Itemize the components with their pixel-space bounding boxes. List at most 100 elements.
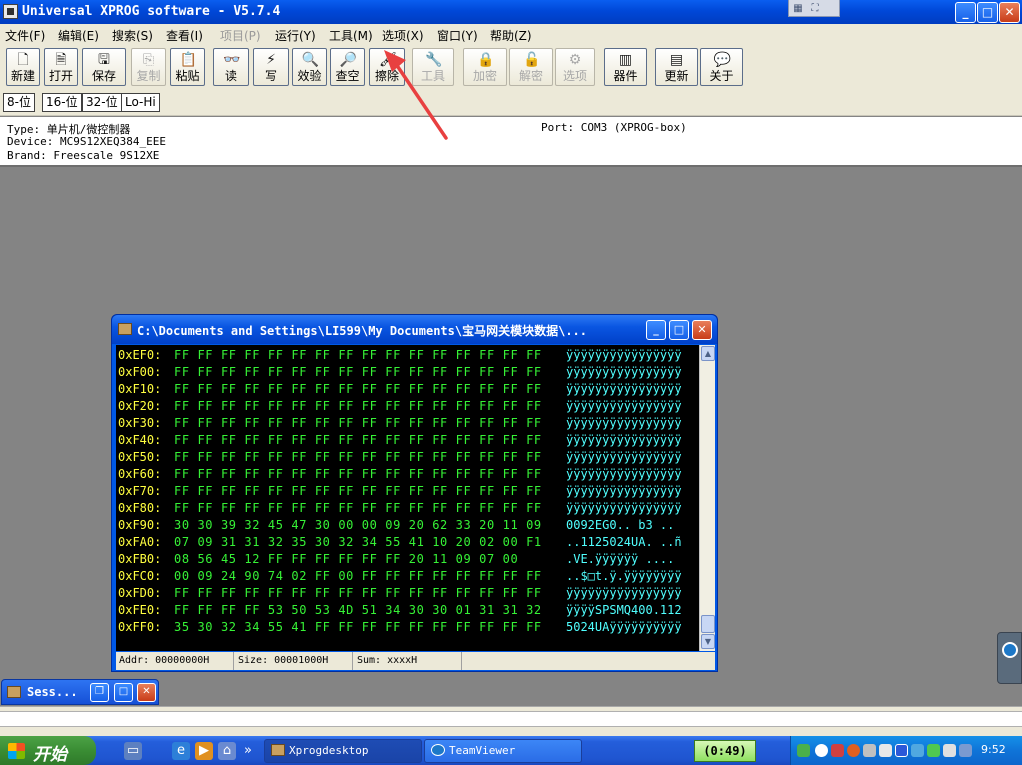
- scroll-up-icon[interactable]: ▲: [701, 346, 715, 361]
- hex-row-ascii[interactable]: ÿÿÿÿÿÿÿÿÿÿÿÿÿÿÿÿ: [566, 466, 682, 483]
- shield-icon[interactable]: [847, 744, 860, 757]
- hex-row-ascii[interactable]: ÿÿÿÿSPSMQ400.112: [566, 602, 682, 619]
- bit-32-button[interactable]: 32-位: [82, 93, 122, 112]
- internet-explorer-icon[interactable]: e: [172, 742, 190, 760]
- hex-row-ascii[interactable]: .VE.ÿÿÿÿÿÿ ....: [566, 551, 674, 568]
- hex-row-bytes[interactable]: FF FF FF FF FF FF FF FF FF FF FF FF FF F…: [174, 381, 542, 398]
- hex-row-bytes[interactable]: 35 30 32 34 55 41 FF FF FF FF FF FF FF F…: [174, 619, 542, 636]
- session-restore-button[interactable]: ❐: [90, 683, 109, 702]
- lock-button[interactable]: 🔒 加密: [463, 48, 507, 86]
- session-maximize-button[interactable]: □: [114, 683, 133, 702]
- network-icon[interactable]: [797, 744, 810, 757]
- hex-row-ascii[interactable]: ..$□t.ÿ.ÿÿÿÿÿÿÿÿ: [566, 568, 682, 585]
- paste-button[interactable]: 📋 粘贴: [170, 48, 205, 86]
- main-title-bar[interactable]: Universal XPROG software - V5.7.4 ▦⛶⌄ _ …: [0, 0, 1022, 30]
- menu-view[interactable]: 查看(I): [166, 27, 203, 44]
- show-desktop-icon[interactable]: ▭: [124, 742, 142, 760]
- xprog-app-icon[interactable]: [3, 4, 18, 19]
- explorer-icon[interactable]: ⌂: [218, 742, 236, 760]
- hex-row-ascii[interactable]: ..1125024UA. ..ñ: [566, 534, 682, 551]
- blank-check-button[interactable]: 🔎 查空: [330, 48, 365, 86]
- monitor-icon[interactable]: [911, 744, 924, 757]
- menu-project[interactable]: 项目(P): [220, 27, 261, 44]
- hex-close-button[interactable]: ✕: [692, 320, 712, 340]
- teamviewer-session-bar[interactable]: ▦⛶⌄: [788, 0, 840, 30]
- ts-grid-icon[interactable]: ▦: [790, 2, 806, 16]
- hex-row-ascii[interactable]: ÿÿÿÿÿÿÿÿÿÿÿÿÿÿÿÿ: [566, 500, 682, 517]
- hex-row-ascii[interactable]: ÿÿÿÿÿÿÿÿÿÿÿÿÿÿÿÿ: [566, 415, 682, 432]
- hex-row-ascii[interactable]: ÿÿÿÿÿÿÿÿÿÿÿÿÿÿÿÿ: [566, 381, 682, 398]
- hex-row-ascii[interactable]: 0092EG0.. b3 ..: [566, 517, 674, 534]
- hex-row-bytes[interactable]: FF FF FF FF FF FF FF FF FF FF FF FF FF F…: [174, 466, 542, 483]
- bit-16-button[interactable]: 16-位: [42, 93, 82, 112]
- new-button[interactable]: 🗋 新建: [6, 48, 40, 86]
- hex-row-bytes[interactable]: 30 30 39 32 45 47 30 00 00 09 20 62 33 2…: [174, 517, 542, 534]
- security-icon[interactable]: [831, 744, 844, 757]
- bit-8-button[interactable]: 8-位: [3, 93, 35, 112]
- minimize-button[interactable]: _: [955, 2, 976, 23]
- hex-row-bytes[interactable]: 07 09 31 31 32 35 30 32 34 55 41 10 20 0…: [174, 534, 542, 551]
- menu-search[interactable]: 搜索(S): [112, 27, 153, 44]
- update-button[interactable]: ▤ 更新: [655, 48, 698, 86]
- media-player-icon[interactable]: ▶: [195, 742, 213, 760]
- scroll-down-icon[interactable]: ▼: [701, 634, 715, 649]
- input-icon[interactable]: [927, 744, 940, 757]
- update-tray-icon[interactable]: [863, 744, 876, 757]
- hex-row-bytes[interactable]: FF FF FF FF 53 50 53 4D 51 34 30 30 01 3…: [174, 602, 542, 619]
- minimized-session-window[interactable]: Sess... ❐ □ ✕: [1, 679, 159, 705]
- hex-window-title-bar[interactable]: C:\Documents and Settings\LI599\My Docum…: [112, 315, 717, 344]
- hex-row-bytes[interactable]: FF FF FF FF FF FF FF FF FF FF FF FF FF F…: [174, 483, 542, 500]
- hex-row-bytes[interactable]: FF FF FF FF FF FF FF FF FF FF FF FF FF F…: [174, 432, 542, 449]
- hex-dump-area[interactable]: 0xEF0: FF FF FF FF FF FF FF FF FF FF FF F…: [116, 345, 715, 651]
- scroll-thumb[interactable]: [701, 615, 715, 633]
- teamviewer-tray-icon[interactable]: [815, 744, 828, 757]
- hex-row-ascii[interactable]: ÿÿÿÿÿÿÿÿÿÿÿÿÿÿÿÿ: [566, 432, 682, 449]
- hex-maximize-button[interactable]: □: [669, 320, 689, 340]
- hex-row-ascii[interactable]: ÿÿÿÿÿÿÿÿÿÿÿÿÿÿÿÿ: [566, 449, 682, 466]
- verify-button[interactable]: 🔍 效验: [292, 48, 327, 86]
- hex-vertical-scrollbar[interactable]: ▲ ▼: [699, 345, 715, 651]
- copy-button[interactable]: ⎘ 复制: [131, 48, 166, 86]
- menu-edit[interactable]: 编辑(E): [58, 27, 99, 44]
- display-icon[interactable]: [959, 744, 972, 757]
- task-xprogdesktop[interactable]: Xprogdesktop: [264, 739, 422, 763]
- close-button[interactable]: ✕: [999, 2, 1020, 23]
- hex-row-ascii[interactable]: ÿÿÿÿÿÿÿÿÿÿÿÿÿÿÿÿ: [566, 585, 682, 602]
- menu-tools[interactable]: 工具(M): [329, 27, 373, 44]
- hex-row-bytes[interactable]: FF FF FF FF FF FF FF FF FF FF FF FF FF F…: [174, 500, 542, 517]
- more-quicklaunch-icon[interactable]: »: [242, 742, 254, 760]
- ts-fullscreen-icon[interactable]: ⛶: [807, 2, 823, 16]
- hex-row-bytes[interactable]: FF FF FF FF FF FF FF FF FF FF FF FF FF F…: [174, 398, 542, 415]
- start-button[interactable]: 开始: [0, 736, 96, 765]
- lo-hi-button[interactable]: Lo-Hi: [121, 93, 160, 112]
- menu-help[interactable]: 帮助(Z): [490, 27, 532, 44]
- about-button[interactable]: 💬 关于: [700, 48, 743, 86]
- device-button[interactable]: ▥ 器件: [604, 48, 647, 86]
- options-button[interactable]: ⚙ 选项: [555, 48, 595, 86]
- teamviewer-side-tab[interactable]: [997, 632, 1022, 684]
- hex-row-bytes[interactable]: 00 09 24 90 74 02 FF 00 FF FF FF FF FF F…: [174, 568, 542, 585]
- write-button[interactable]: ⚡ 写: [253, 48, 289, 86]
- menu-file[interactable]: 文件(F): [5, 27, 45, 44]
- hex-row-bytes[interactable]: FF FF FF FF FF FF FF FF FF FF FF FF FF F…: [174, 585, 542, 602]
- menu-options[interactable]: 选项(X): [382, 27, 424, 44]
- bluetooth-icon[interactable]: [895, 744, 908, 757]
- open-button[interactable]: 🗎 打开: [44, 48, 78, 86]
- read-button[interactable]: 👓 读: [213, 48, 249, 86]
- hex-row-bytes[interactable]: 08 56 45 12 FF FF FF FF FF FF 20 11 09 0…: [174, 551, 518, 568]
- hex-row-bytes[interactable]: FF FF FF FF FF FF FF FF FF FF FF FF FF F…: [174, 415, 542, 432]
- menu-window[interactable]: 窗口(Y): [437, 27, 478, 44]
- hex-row-bytes[interactable]: FF FF FF FF FF FF FF FF FF FF FF FF FF F…: [174, 347, 542, 364]
- hex-row-ascii[interactable]: ÿÿÿÿÿÿÿÿÿÿÿÿÿÿÿÿ: [566, 483, 682, 500]
- hex-row-ascii[interactable]: ÿÿÿÿÿÿÿÿÿÿÿÿÿÿÿÿ: [566, 398, 682, 415]
- save-button[interactable]: 🖫 保存: [82, 48, 126, 86]
- maximize-button[interactable]: □: [977, 2, 998, 23]
- session-close-button[interactable]: ✕: [137, 683, 156, 702]
- unlock-button[interactable]: 🔓 解密: [509, 48, 553, 86]
- hex-row-bytes[interactable]: FF FF FF FF FF FF FF FF FF FF FF FF FF F…: [174, 449, 542, 466]
- hex-row-ascii[interactable]: ÿÿÿÿÿÿÿÿÿÿÿÿÿÿÿÿ: [566, 347, 682, 364]
- hex-row-bytes[interactable]: FF FF FF FF FF FF FF FF FF FF FF FF FF F…: [174, 364, 542, 381]
- task-teamviewer[interactable]: TeamViewer: [424, 739, 582, 763]
- hex-minimize-button[interactable]: _: [646, 320, 666, 340]
- hex-row-ascii[interactable]: ÿÿÿÿÿÿÿÿÿÿÿÿÿÿÿÿ: [566, 364, 682, 381]
